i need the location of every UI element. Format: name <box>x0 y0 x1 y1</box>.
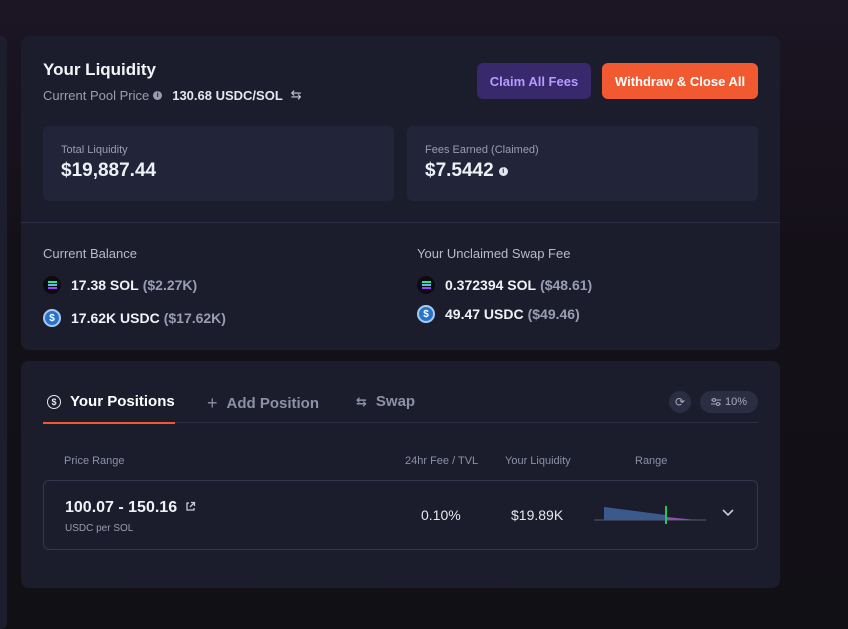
sliders-icon <box>710 398 721 406</box>
slippage-button[interactable]: 10% <box>700 391 758 413</box>
balance-usdc-row: $ 17.62K USDC ($17.62K) <box>43 309 226 327</box>
unclaimed-sol-row: 0.372394 SOL ($48.61) <box>417 276 592 294</box>
solana-icon <box>43 276 61 294</box>
position-range-unit: USDC per SOL <box>65 523 134 534</box>
unclaimed-usdc-row: $ 49.47 USDC ($49.46) <box>417 305 580 323</box>
position-row[interactable]: 100.07 - 150.16 USDC per SOL 0.10% $19.8… <box>43 480 758 550</box>
withdraw-close-all-button[interactable]: Withdraw & Close All <box>602 63 758 99</box>
divider <box>21 222 780 223</box>
balance-usd: ($2.27K) <box>142 277 198 293</box>
unclaimed-usd: ($48.61) <box>540 277 593 293</box>
fees-earned-box: Fees Earned (Claimed) $7.5442 i <box>407 126 758 201</box>
total-liquidity-value: $19,887.44 <box>61 160 157 181</box>
positions-card: $ Your Positions + Add Position ⇆ Swap ⟳… <box>21 361 780 588</box>
claim-all-fees-button[interactable]: Claim All Fees <box>477 63 591 99</box>
refresh-button[interactable]: ⟳ <box>669 391 691 413</box>
position-fee-tvl: 0.10% <box>421 507 461 523</box>
plus-icon: + <box>207 393 218 413</box>
info-icon[interactable]: i <box>498 166 508 176</box>
usdc-icon: $ <box>43 309 61 327</box>
swap-icon: ⇆ <box>356 393 367 409</box>
liquidity-title: Your Liquidity <box>43 60 157 79</box>
col-header-fee-tvl: 24hr Fee / TVL <box>405 455 479 467</box>
usdc-icon: $ <box>417 305 435 323</box>
external-link-icon[interactable] <box>185 501 196 515</box>
col-header-price-range: Price Range <box>64 455 125 467</box>
dollar-circle-icon: $ <box>47 394 61 409</box>
pool-price-label: Current Pool Price <box>43 87 150 103</box>
chevron-down-icon[interactable] <box>720 505 736 521</box>
pool-price-value: 130.68 USDC/SOL <box>172 87 283 103</box>
balance-usd: ($17.62K) <box>163 310 226 326</box>
balance-amount: 17.62K USDC <box>71 310 160 326</box>
fees-earned-label: Fees Earned (Claimed) <box>425 144 539 156</box>
total-liquidity-label: Total Liquidity <box>61 144 128 156</box>
pool-price: Current Pool Price i 130.68 USDC/SOL ⇆ <box>43 87 302 103</box>
unclaimed-usd: ($49.46) <box>527 306 580 322</box>
col-header-liquidity: Your Liquidity <box>505 455 571 467</box>
slippage-value: 10% <box>724 396 748 408</box>
total-liquidity-box: Total Liquidity $19,887.44 <box>43 126 394 201</box>
solana-icon <box>417 276 435 294</box>
left-panel-edge <box>0 36 7 629</box>
unclaimed-fee-title: Your Unclaimed Swap Fee <box>417 246 571 261</box>
tab-add-position[interactable]: + Add Position <box>207 393 319 414</box>
position-range: 100.07 - 150.16 <box>65 499 196 517</box>
position-liquidity: $19.89K <box>511 507 564 523</box>
balance-amount: 17.38 SOL <box>71 277 139 293</box>
swap-direction-icon[interactable]: ⇆ <box>291 87 302 103</box>
tab-swap[interactable]: ⇆ Swap <box>356 393 415 410</box>
col-header-range: Range <box>635 455 668 467</box>
active-tab-indicator <box>43 422 175 424</box>
current-balance-title: Current Balance <box>43 246 137 261</box>
liquidity-card: Your Liquidity Current Pool Price i 130.… <box>21 36 780 350</box>
tab-your-positions[interactable]: $ Your Positions <box>47 393 175 410</box>
fees-earned-value: $7.5442 i <box>425 160 508 182</box>
refresh-icon: ⟳ <box>674 395 686 409</box>
positions-tabs: $ Your Positions + Add Position ⇆ Swap <box>43 389 758 424</box>
unclaimed-amount: 0.372394 SOL <box>445 277 537 293</box>
info-icon[interactable]: i <box>153 90 163 100</box>
unclaimed-amount: 49.47 USDC <box>445 306 524 322</box>
range-mini-chart <box>594 506 706 524</box>
balance-sol-row: 17.38 SOL ($2.27K) <box>43 276 197 294</box>
